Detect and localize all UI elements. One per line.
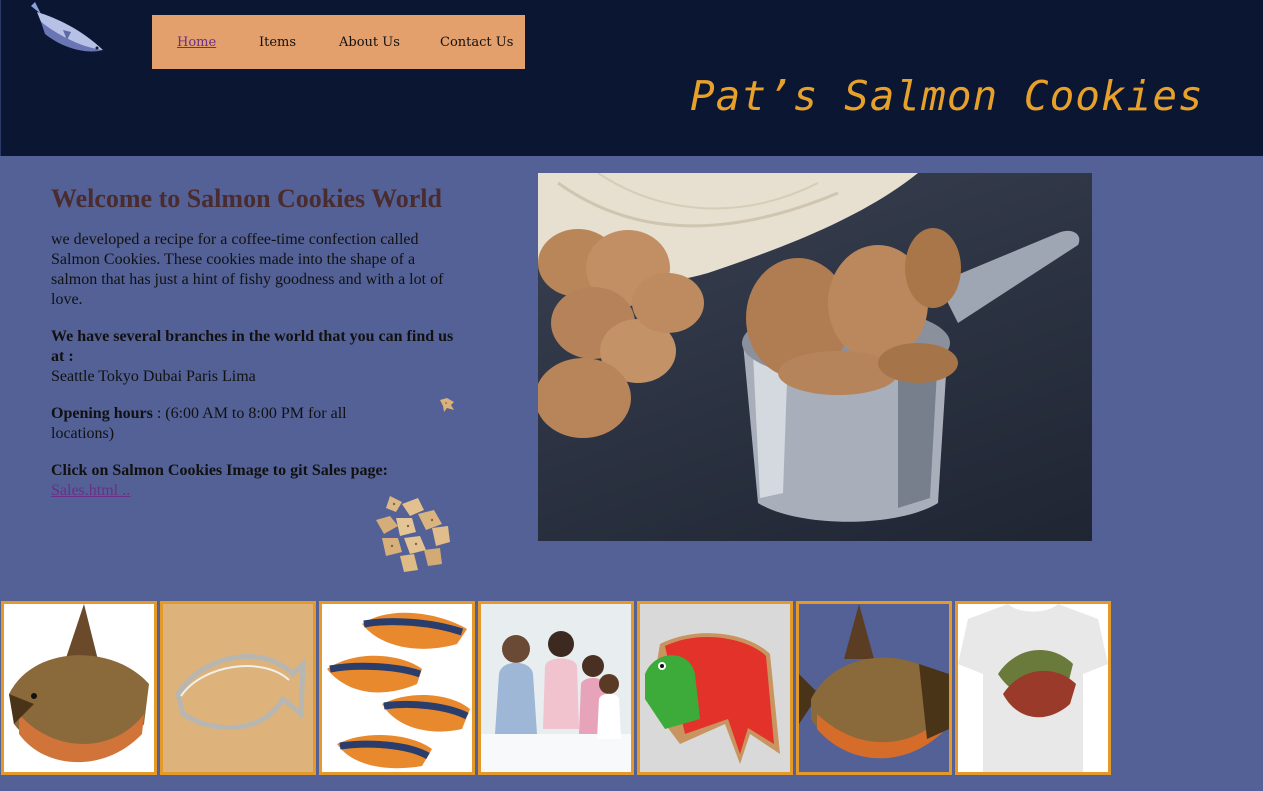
gallery-item-cookie-cutter[interactable] (160, 601, 316, 775)
site-title: Pat’s Salmon Cookies (690, 72, 1204, 120)
sales-prompt: Click on Salmon Cookies Image to git Sal… (51, 462, 388, 479)
product-gallery (1, 601, 1111, 775)
gallery-item-salmon-magnets[interactable] (319, 601, 475, 775)
nav-items[interactable]: Items (259, 35, 296, 50)
salmon-icon (31, 2, 103, 52)
nav-contact-us[interactable]: Contact Us (440, 35, 513, 50)
gallery-item-salmon-blue[interactable] (796, 601, 952, 775)
page-heading: Welcome to Salmon Cookies World (51, 184, 442, 213)
site-header: Home Items About Us Contact Us Pat’s Sal… (0, 0, 1263, 156)
gallery-item-chinook-salmon[interactable] (1, 601, 157, 775)
branches-label: We have several branches in the world th… (51, 328, 454, 365)
branches-list: Seattle Tokyo Dubai Paris Lima (51, 368, 256, 385)
main-content: Welcome to Salmon Cookies World we devel… (51, 180, 461, 518)
hours-label: Opening hours (51, 405, 153, 422)
branches-section: We have several branches in the world th… (51, 327, 461, 387)
gallery-item-salmon-tshirt[interactable] (955, 601, 1111, 775)
gallery-item-family-photo[interactable] (478, 601, 634, 775)
hours-section: Opening hours : (6:00 AM to 8:00 PM for … (51, 404, 351, 444)
nav-home[interactable]: Home (177, 35, 216, 50)
salmon-cookie-pile-image[interactable] (372, 494, 454, 574)
cookie-icon (440, 398, 454, 412)
main-nav: Home Items About Us Contact Us (152, 15, 525, 69)
gallery-item-frosted-cookie[interactable] (637, 601, 793, 775)
nav-about-us[interactable]: About Us (339, 35, 400, 50)
sales-link[interactable]: Sales.html .. (51, 482, 130, 499)
intro-text: we developed a recipe for a coffee-time … (51, 231, 444, 308)
hero-image-cookies[interactable] (538, 173, 1092, 541)
